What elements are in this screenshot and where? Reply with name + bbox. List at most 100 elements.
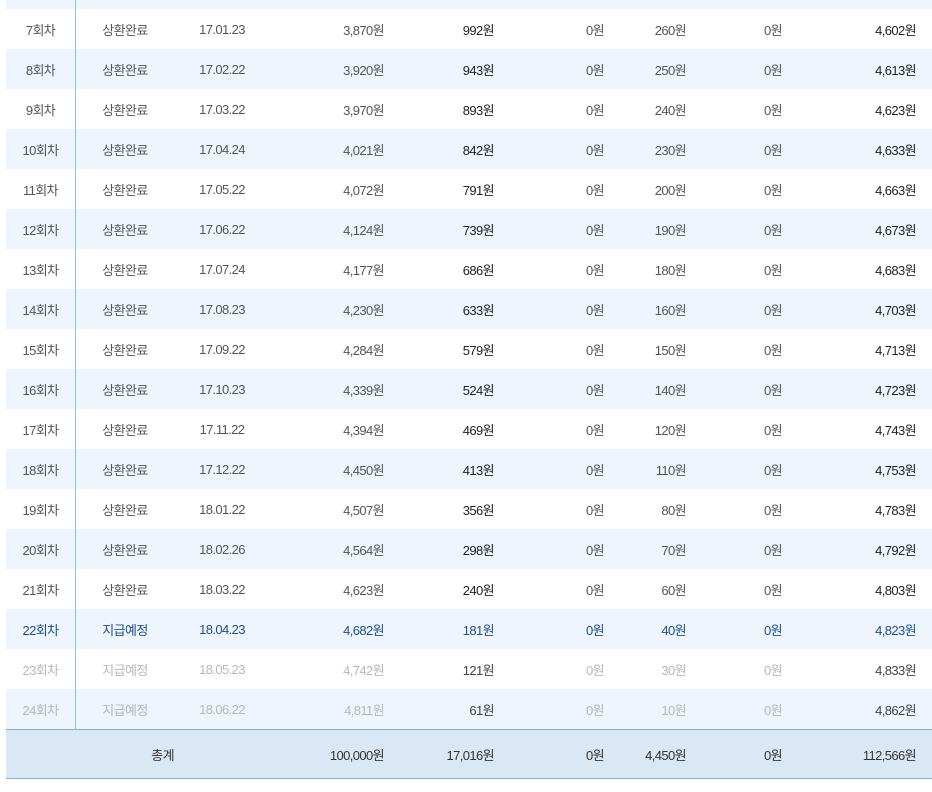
totals-fee: 4,450원 xyxy=(604,729,687,779)
overdue-cell: 0원 xyxy=(494,289,605,329)
installment-no: 11회차 xyxy=(6,169,76,209)
principal-cell: 4,564원 xyxy=(270,529,385,569)
fee-cell: 40원 xyxy=(604,609,687,649)
tax-cell: 0원 xyxy=(686,329,783,369)
overdue-cell: 0원 xyxy=(494,489,605,529)
table-row: 20회차 상환완료 18.02.26 4,564원 298원 0원 70원 0원… xyxy=(6,529,932,569)
status-cell: 상환완료 xyxy=(75,449,174,489)
tax-cell: 0원 xyxy=(686,409,783,449)
interest-cell: 633원 xyxy=(384,289,495,329)
installment-no: 8회차 xyxy=(6,49,76,89)
installment-no: 19회차 xyxy=(6,489,76,529)
status-cell: 상환완료 xyxy=(75,569,174,609)
interest-cell: 356원 xyxy=(384,489,495,529)
interest-cell: 121원 xyxy=(384,649,495,689)
status-cell: 상환완료 xyxy=(75,329,174,369)
table-row-future: 23회차 지급예정 18.05.23 4,742원 121원 0원 30원 0원… xyxy=(6,649,932,689)
fee-cell: 190원 xyxy=(604,209,687,249)
installment-no: 9회차 xyxy=(6,89,76,129)
totals-label: 총계 xyxy=(75,729,175,779)
row-total-cell: 4,823원 xyxy=(782,609,932,649)
tax-cell: 0원 xyxy=(686,609,783,649)
date-cell: 18.06.22 xyxy=(174,689,270,730)
principal-cell: 4,682원 xyxy=(270,609,385,649)
status-cell: 상환완료 xyxy=(75,49,174,89)
tax-cell: 0원 xyxy=(686,249,783,289)
overdue-cell: 0원 xyxy=(494,689,605,730)
table-row: 12회차 상환완료 17.06.22 4,124원 739원 0원 190원 0… xyxy=(6,209,932,249)
date-cell: 17.02.22 xyxy=(174,49,270,89)
fee-cell: 70원 xyxy=(604,529,687,569)
fee-cell: 150원 xyxy=(604,329,687,369)
row-total-cell: 4,633원 xyxy=(782,129,932,169)
installment-no: 21회차 xyxy=(6,569,76,609)
row-total-cell: 4,803원 xyxy=(782,569,932,609)
totals-row: 총계 100,000원 17,016원 0원 4,450원 0원 112,566… xyxy=(6,729,932,779)
principal-cell: 4,339원 xyxy=(270,369,385,409)
fee-cell: 240원 xyxy=(604,89,687,129)
status-cell: 상환완료 xyxy=(75,289,174,329)
principal-cell: 4,177원 xyxy=(270,249,385,289)
interest-cell: 686원 xyxy=(384,249,495,289)
status-cell: 상환완료 xyxy=(75,209,174,249)
overdue-cell: 0원 xyxy=(494,329,605,369)
installment-no: 22회차 xyxy=(6,609,76,649)
tax-cell: 0원 xyxy=(686,529,783,569)
row-total-cell: 4,602원 xyxy=(782,9,932,49)
principal-cell: 4,742원 xyxy=(270,649,385,689)
row-total-cell: 4,723원 xyxy=(782,369,932,409)
status-cell: 지급예정 xyxy=(75,649,174,689)
totals-tax: 0원 xyxy=(686,729,783,779)
table-row: 10회차 상환완료 17.04.24 4,021원 842원 0원 230원 0… xyxy=(6,129,932,169)
tax-cell: 0원 xyxy=(686,129,783,169)
fee-cell: 30원 xyxy=(604,649,687,689)
overdue-cell: 0원 xyxy=(494,369,605,409)
totals-interest: 17,016원 xyxy=(384,729,495,779)
row-total-cell: 4,743원 xyxy=(782,409,932,449)
tax-cell: 0원 xyxy=(686,449,783,489)
tax-cell: 0원 xyxy=(686,169,783,209)
interest-cell: 943원 xyxy=(384,49,495,89)
date-cell: 17.06.22 xyxy=(174,209,270,249)
date-cell: 17.10.23 xyxy=(174,369,270,409)
principal-cell: 4,623원 xyxy=(270,569,385,609)
interest-cell: 842원 xyxy=(384,129,495,169)
date-cell: 18.01.22 xyxy=(174,489,270,529)
fee-cell: 110원 xyxy=(604,449,687,489)
installment-no: 10회차 xyxy=(6,129,76,169)
date-cell: 17.12.22 xyxy=(174,449,270,489)
status-cell: 상환완료 xyxy=(75,169,174,209)
totals-grand-total: 112,566원 xyxy=(782,729,932,779)
principal-cell: 4,021원 xyxy=(270,129,385,169)
tax-cell: 0원 xyxy=(686,649,783,689)
repayment-schedule: 7회차 상환완료 17.01.23 3,870원 992원 0원 260원 0원… xyxy=(6,0,932,779)
date-cell: 17.08.23 xyxy=(174,289,270,329)
fee-cell: 230원 xyxy=(604,129,687,169)
overdue-cell: 0원 xyxy=(494,129,605,169)
date-cell: 17.09.22 xyxy=(174,329,270,369)
overdue-cell: 0원 xyxy=(494,9,605,49)
table-row: 18회차 상환완료 17.12.22 4,450원 413원 0원 110원 0… xyxy=(6,449,932,489)
interest-cell: 181원 xyxy=(384,609,495,649)
principal-cell: 4,450원 xyxy=(270,449,385,489)
fee-cell: 250원 xyxy=(604,49,687,89)
row-total-cell: 4,683원 xyxy=(782,249,932,289)
principal-cell: 4,811원 xyxy=(270,689,385,730)
row-total-cell: 4,713원 xyxy=(782,329,932,369)
date-cell: 17.01.23 xyxy=(174,9,270,49)
installment-no: 17회차 xyxy=(6,409,76,449)
row-total-cell: 4,753원 xyxy=(782,449,932,489)
interest-cell: 298원 xyxy=(384,529,495,569)
totals-overdue: 0원 xyxy=(494,729,605,779)
fee-cell: 260원 xyxy=(604,9,687,49)
tax-cell: 0원 xyxy=(686,9,783,49)
interest-cell: 992원 xyxy=(384,9,495,49)
row-total-cell: 4,792원 xyxy=(782,529,932,569)
fee-cell: 10원 xyxy=(604,689,687,730)
principal-cell: 4,230원 xyxy=(270,289,385,329)
overdue-cell: 0원 xyxy=(494,609,605,649)
principal-cell: 4,072원 xyxy=(270,169,385,209)
installment-no: 13회차 xyxy=(6,249,76,289)
tax-cell: 0원 xyxy=(686,89,783,129)
repayment-table-body: 7회차 상환완료 17.01.23 3,870원 992원 0원 260원 0원… xyxy=(6,0,932,779)
